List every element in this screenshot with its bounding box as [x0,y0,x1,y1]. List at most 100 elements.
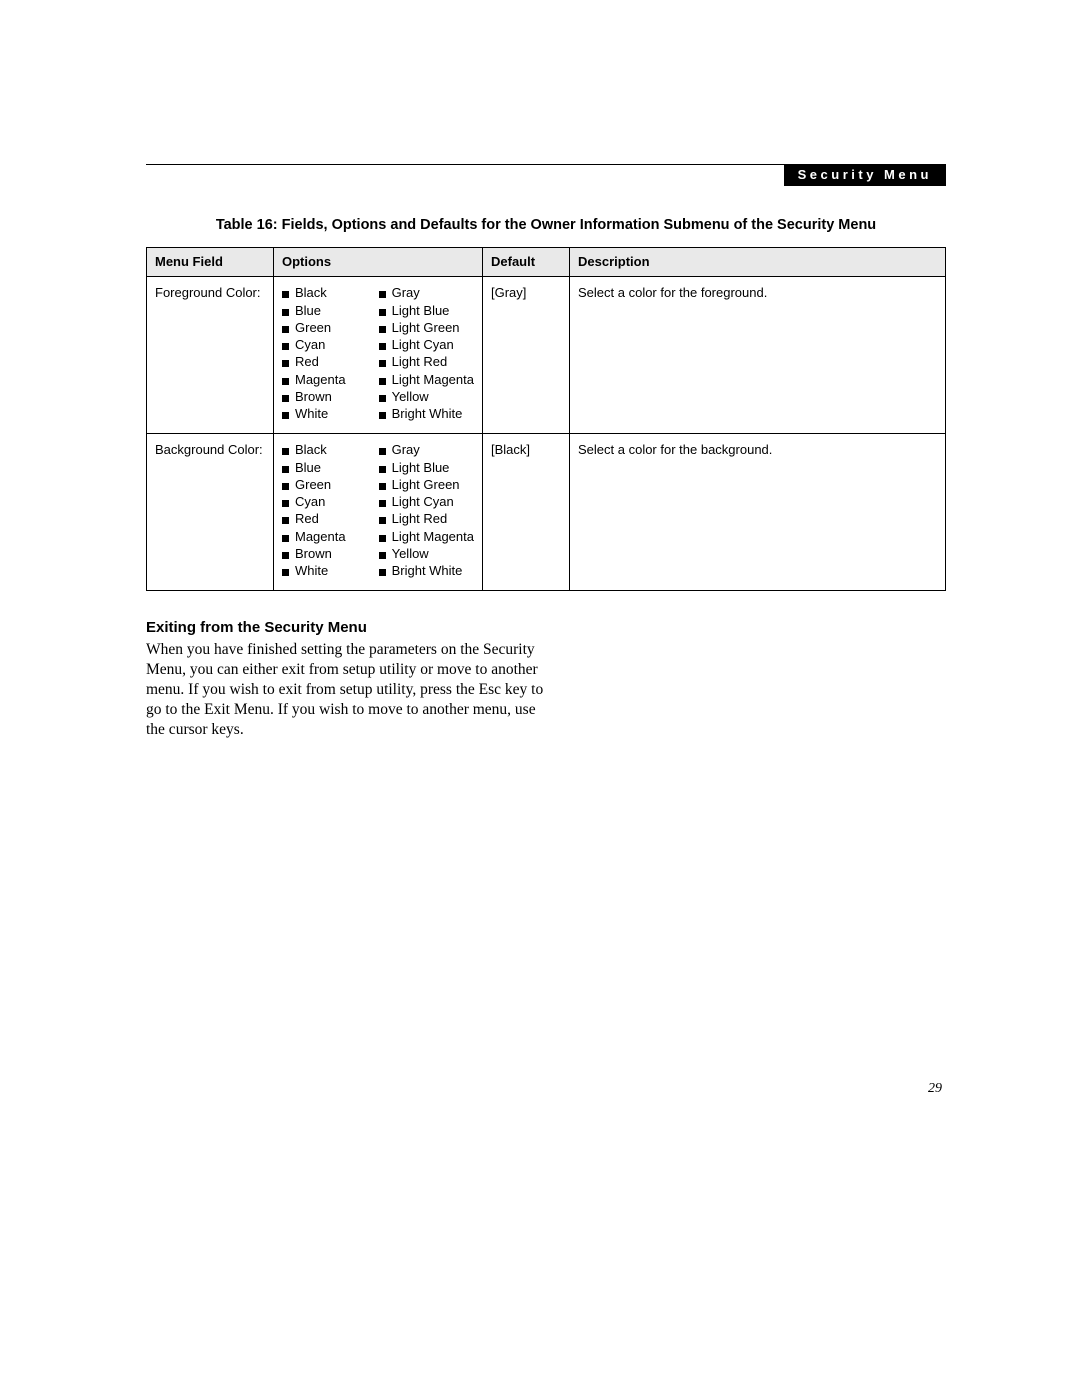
option-item: Gray [379,285,474,301]
cell-options: BlackBlueGreenCyanRedMagentaBrownWhiteGr… [274,277,483,434]
options-columns: BlackBlueGreenCyanRedMagentaBrownWhiteGr… [282,285,474,423]
option-item: Cyan [282,337,361,353]
square-bullet-icon [379,552,386,559]
option-item: Light Red [379,511,474,527]
option-label: Blue [295,460,321,476]
square-bullet-icon [379,466,386,473]
cell-description: Select a color for the background. [570,434,946,591]
option-item: Light Green [379,477,474,493]
option-label: White [295,563,328,579]
square-bullet-icon [282,309,289,316]
square-bullet-icon [379,535,386,542]
options-columns: BlackBlueGreenCyanRedMagentaBrownWhiteGr… [282,442,474,580]
cell-description: Select a color for the foreground. [570,277,946,434]
square-bullet-icon [282,360,289,367]
square-bullet-icon [282,552,289,559]
content-area: Security Menu Table 16: Fields, Options … [146,164,946,739]
square-bullet-icon [379,343,386,350]
square-bullet-icon [379,412,386,419]
th-description: Description [570,248,946,277]
option-item: Green [282,477,361,493]
option-label: Red [295,354,319,370]
option-item: Blue [282,460,361,476]
square-bullet-icon [379,395,386,402]
section-header-bar: Security Menu [784,164,946,186]
cell-default: [Gray] [483,277,570,434]
option-item: Gray [379,442,474,458]
option-label: Green [295,320,331,336]
square-bullet-icon [379,291,386,298]
table-row: Background Color:BlackBlueGreenCyanRedMa… [147,434,946,591]
spec-table: Menu Field Options Default Description F… [146,247,946,591]
square-bullet-icon [282,448,289,455]
options-column: GrayLight BlueLight GreenLight CyanLight… [379,285,474,423]
option-label: Magenta [295,372,346,388]
option-item: Light Cyan [379,337,474,353]
table-header-row: Menu Field Options Default Description [147,248,946,277]
th-menu-field: Menu Field [147,248,274,277]
cell-default: [Black] [483,434,570,591]
option-label: Light Cyan [392,494,454,510]
section-header-label: Security Menu [798,167,932,182]
option-item: Magenta [282,529,361,545]
square-bullet-icon [379,483,386,490]
option-label: Light Green [392,320,460,336]
option-item: Green [282,320,361,336]
square-bullet-icon [379,569,386,576]
option-label: Blue [295,303,321,319]
cell-menu-field: Foreground Color: [147,277,274,434]
square-bullet-icon [379,517,386,524]
option-label: Light Red [392,354,448,370]
option-label: Light Magenta [392,372,474,388]
section-body: When you have finished setting the param… [146,640,556,739]
option-item: Light Red [379,354,474,370]
option-item: Brown [282,546,361,562]
option-label: Yellow [392,389,429,405]
square-bullet-icon [379,448,386,455]
option-item: Red [282,354,361,370]
square-bullet-icon [282,500,289,507]
option-label: Magenta [295,529,346,545]
option-label: Black [295,442,327,458]
square-bullet-icon [282,291,289,298]
option-item: Magenta [282,372,361,388]
option-label: Light Blue [392,460,450,476]
option-label: Black [295,285,327,301]
square-bullet-icon [379,360,386,367]
option-label: Light Green [392,477,460,493]
option-item: Black [282,285,361,301]
option-label: Yellow [392,546,429,562]
th-options: Options [274,248,483,277]
option-item: Yellow [379,546,474,562]
section-heading: Exiting from the Security Menu [146,619,946,636]
table-row: Foreground Color: Black BlueGreenCyanRed Ma… [147,277,946,434]
option-item: Blue [282,303,361,319]
option-label: Light Cyan [392,337,454,353]
option-label: Bright White [392,563,463,579]
page: Security Menu Table 16: Fields, Options … [0,0,1080,1397]
square-bullet-icon [282,535,289,542]
option-label: Red [295,511,319,527]
square-bullet-icon [379,326,386,333]
square-bullet-icon [282,378,289,385]
option-label: Brown [295,389,332,405]
cell-menu-field: Background Color: [147,434,274,591]
square-bullet-icon [379,309,386,316]
option-label: Gray [392,285,420,301]
option-item: Yellow [379,389,474,405]
option-label: Light Red [392,511,448,527]
square-bullet-icon [379,378,386,385]
option-label: Gray [392,442,420,458]
square-bullet-icon [282,326,289,333]
square-bullet-icon [282,517,289,524]
options-column: BlackBlueGreenCyanRedMagentaBrownWhite [282,442,361,580]
page-number: 29 [928,1081,942,1097]
option-label: Cyan [295,337,325,353]
option-label: Green [295,477,331,493]
option-item: Bright White [379,563,474,579]
cell-options: BlackBlueGreenCyanRedMagentaBrownWhiteGr… [274,434,483,591]
option-item: Black [282,442,361,458]
option-item: Light Green [379,320,474,336]
option-item: Brown [282,389,361,405]
option-item: Light Blue [379,303,474,319]
